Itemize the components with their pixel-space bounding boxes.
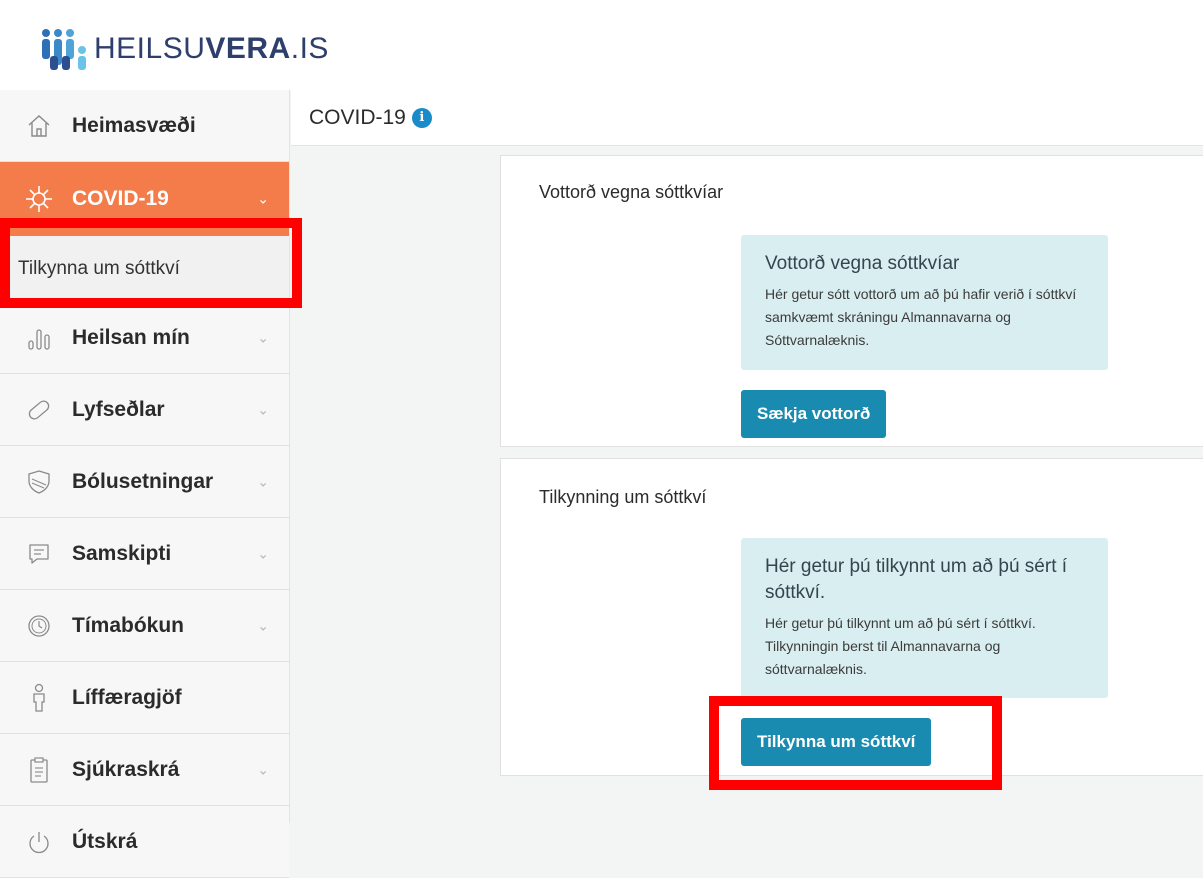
highlight-box-sidebar <box>0 218 302 308</box>
pill-icon <box>24 395 54 425</box>
chevron-down-icon: ⌄ <box>257 329 269 345</box>
home-icon <box>24 111 54 141</box>
card-title: Tilkynning um sóttkví <box>539 487 707 507</box>
page-title: COVID-19 <box>309 105 406 129</box>
clock-icon <box>24 611 54 641</box>
sidebar-item-sjukraskra[interactable]: Sjúkraskrá ⌄ <box>0 734 289 806</box>
sidebar-item-label: COVID-19 <box>72 187 169 210</box>
chevron-down-icon: ⌄ <box>257 545 269 561</box>
sidebar-item-bolusetningar[interactable]: Bólusetningar ⌄ <box>0 446 289 518</box>
highlight-box-button <box>709 696 1002 790</box>
chevron-down-icon: ⌄ <box>257 761 269 777</box>
chevron-down-icon: ⌄ <box>257 473 269 489</box>
info-box: Vottorð vegna sóttkvíar Hér getur sótt v… <box>741 235 1108 370</box>
logo-wordmark: HEILSUVERA.IS <box>94 32 329 65</box>
people-logo-icon <box>42 29 86 70</box>
sidebar-item-samskipti[interactable]: Samskipti ⌄ <box>0 518 289 590</box>
heilsuvera-logo[interactable]: HEILSUVERA.IS <box>38 26 329 72</box>
info-box-text: Hér getur þú tilkynnt um að þú sért í só… <box>765 615 1036 677</box>
shield-icon <box>24 467 54 497</box>
certificate-card: Vottorð vegna sóttkvíar Vottorð vegna só… <box>500 155 1203 447</box>
chevron-down-icon: ⌄ <box>257 190 269 207</box>
sidebar-item-label: Útskrá <box>72 829 138 853</box>
sidebar-item-liffaeragjof[interactable]: Líffæragjöf <box>0 662 289 734</box>
sidebar-item-label: Heimasvæði <box>72 113 196 137</box>
sidebar-item-lyfsedlar[interactable]: Lyfseðlar ⌄ <box>0 374 289 446</box>
card-title: Vottorð vegna sóttkvíar <box>539 182 724 202</box>
sidebar-item-label: Líffæragjöf <box>72 685 182 709</box>
info-box-heading: Hér getur þú tilkynnt um að þú sért í só… <box>765 556 1068 603</box>
chevron-down-icon: ⌄ <box>257 401 269 417</box>
sidebar-item-utskra[interactable]: Útskrá <box>0 806 289 878</box>
sidebar-item-timabokun[interactable]: Tímabókun ⌄ <box>0 590 289 662</box>
sidebar-item-label: Tímabókun <box>72 613 185 637</box>
info-box-text: Hér getur sótt vottorð um að þú hafir ve… <box>765 286 1077 348</box>
info-box: Hér getur þú tilkynnt um að þú sért í só… <box>741 538 1108 698</box>
sidebar-item-heilsan-min[interactable]: Heilsan mín ⌄ <box>0 302 289 374</box>
chevron-down-icon: ⌄ <box>257 617 269 633</box>
get-certificate-button[interactable]: Sækja vottorð <box>741 390 887 438</box>
info-icon[interactable]: i <box>411 107 432 128</box>
app-header: HEILSUVERA.IS <box>0 0 1203 90</box>
virus-icon <box>24 184 54 214</box>
power-icon <box>24 827 54 857</box>
bar-chart-icon <box>24 323 54 353</box>
sidebar: Heimasvæði COVID-19 ⌄ Tilkynna um sóttkv… <box>0 90 290 878</box>
info-box-heading: Vottorð vegna sóttkvíar <box>765 253 960 274</box>
sidebar-item-label: Sjúkraskrá <box>72 757 180 781</box>
person-icon <box>24 683 54 713</box>
sidebar-item-label: Lyfseðlar <box>72 397 165 421</box>
document-icon <box>24 755 54 785</box>
sidebar-item-label: Samskipti <box>72 541 172 565</box>
page-header: COVID-19 i <box>291 90 1203 146</box>
sidebar-item-label: Heilsan mín <box>72 325 190 349</box>
sidebar-item-label: Bólusetningar <box>72 469 214 493</box>
chat-icon <box>24 539 54 569</box>
sidebar-item-heimasvaedi[interactable]: Heimasvæði <box>0 90 289 162</box>
